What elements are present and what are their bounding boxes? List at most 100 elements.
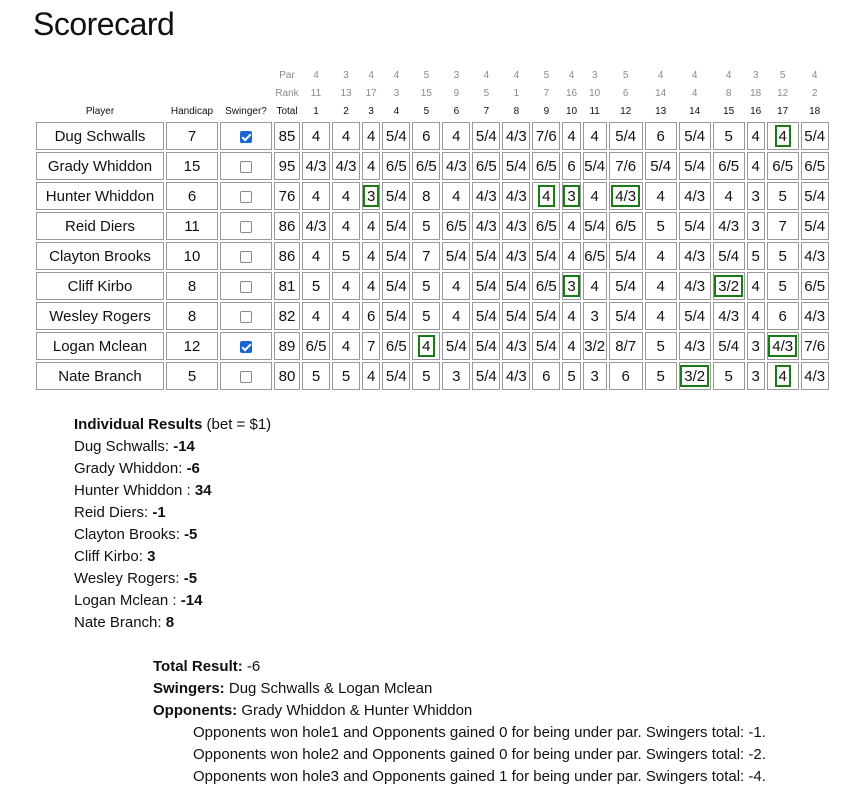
- score-cell: 3: [582, 302, 607, 330]
- score-cell: 4: [362, 152, 381, 180]
- player-row: Cliff Kirbo 8 81 5 4 4 5/4 5 4 5/4 5/4 6/5 3 4 5/4 4 4/3…: [36, 272, 829, 300]
- score-cell: 4: [644, 182, 677, 210]
- total-cell: 95: [274, 152, 300, 180]
- result-item: Clayton Brooks: -5: [74, 524, 271, 546]
- hole-number: 4: [393, 106, 400, 117]
- rank-cell: 11: [310, 88, 322, 99]
- swinger-checkbox[interactable]: [240, 130, 252, 143]
- highlighted-score: 3: [563, 275, 580, 297]
- handicap-header: Handicap: [170, 106, 214, 117]
- header-spacer: [220, 86, 272, 102]
- score-cell: 6: [766, 302, 799, 330]
- handicap-cell: 10: [166, 242, 218, 270]
- par-cell: 5: [423, 70, 430, 81]
- rank-cell: 15: [420, 88, 432, 99]
- score-cell: 4: [532, 182, 561, 210]
- score-cell: 4: [562, 242, 581, 270]
- score-cell: 4: [562, 212, 581, 240]
- swinger-cell: [220, 242, 272, 270]
- score-cell: 5/4: [800, 182, 829, 210]
- score-cell: 4/3: [502, 362, 531, 390]
- score-cell: 5/4: [678, 152, 711, 180]
- total-header: Total: [276, 106, 298, 117]
- player-row: Logan Mclean 12 89 6/5 4 7 6/5 4 5/4 5/4 4/3 5/4 4 3/…: [36, 332, 829, 360]
- player-row: Hunter Whiddon 6 76 4 4 3 5/4 8 4 4/3 4/3 4 3 4 4/3 4 4/…: [36, 182, 829, 210]
- score-cell: 5: [562, 362, 581, 390]
- swinger-checkbox[interactable]: [240, 340, 252, 353]
- score-cell: 6/5: [532, 272, 561, 300]
- player-name: Nate Branch: [36, 362, 164, 390]
- score-cell: 5: [412, 362, 441, 390]
- score-cell: 5/4: [382, 122, 411, 150]
- result-value: 34: [194, 482, 212, 499]
- score-cell: 4: [332, 332, 360, 360]
- swinger-checkbox[interactable]: [240, 190, 252, 203]
- score-cell: 4: [746, 152, 765, 180]
- swingers-label: Swingers:: [153, 680, 225, 697]
- score-cell: 4: [562, 302, 581, 330]
- swinger-checkbox[interactable]: [240, 310, 252, 323]
- score-cell: 4: [362, 242, 381, 270]
- hole-number: 2: [343, 106, 349, 117]
- header-spacer: [166, 86, 218, 102]
- score-cell: 4/3: [678, 242, 711, 270]
- score-cell: 5/4: [382, 362, 411, 390]
- hole-number: 18: [809, 106, 821, 117]
- swinger-cell: [220, 212, 272, 240]
- score-cell: 4: [332, 272, 360, 300]
- score-cell: 3/2: [712, 272, 745, 300]
- par-cell: 3: [343, 70, 349, 81]
- result-value: 3: [147, 548, 156, 565]
- result-item: Wesley Rogers: -5: [74, 568, 271, 590]
- score-cell: 4/3: [800, 362, 829, 390]
- score-cell: 5/4: [800, 122, 829, 150]
- score-cell: 7: [362, 332, 381, 360]
- par-cell: 5: [622, 70, 629, 81]
- score-cell: 4: [746, 272, 765, 300]
- score-cell: 4: [332, 302, 360, 330]
- score-cell: 5: [302, 362, 330, 390]
- score-cell: 5: [766, 182, 799, 210]
- player-name: Grady Whiddon: [36, 152, 164, 180]
- handicap-cell: 5: [166, 362, 218, 390]
- score-cell: 4/3: [442, 152, 471, 180]
- highlighted-score: 4/3: [768, 335, 798, 357]
- score-cell: 6/5: [532, 212, 561, 240]
- score-cell: 7/6: [800, 332, 829, 360]
- swinger-checkbox[interactable]: [240, 160, 252, 173]
- score-cell: 6/5: [800, 152, 829, 180]
- par-cell: 3: [453, 70, 460, 81]
- swinger-checkbox[interactable]: [240, 220, 252, 233]
- swinger-checkbox[interactable]: [240, 370, 252, 383]
- score-cell: 4: [302, 182, 330, 210]
- swinger-checkbox[interactable]: [240, 250, 252, 263]
- score-cell: 5/4: [382, 302, 411, 330]
- result-item: Grady Whiddon: -6: [74, 458, 271, 480]
- header-spacer: [36, 68, 164, 84]
- par-cell: 3: [752, 70, 759, 81]
- highlighted-score: 4/3: [611, 185, 641, 207]
- swinger-cell: [220, 152, 272, 180]
- rank-cell: 16: [565, 88, 578, 99]
- score-cell: 5/4: [502, 152, 531, 180]
- result-item: Cliff Kirbo: 3: [74, 546, 271, 568]
- score-cell: 4/3: [800, 302, 829, 330]
- score-cell: 6: [362, 302, 381, 330]
- hole-number: 1: [313, 106, 319, 117]
- handicap-cell: 12: [166, 332, 218, 360]
- total-result-label: Total Result:: [153, 658, 243, 675]
- score-cell: 5/4: [382, 182, 411, 210]
- player-name: Wesley Rogers: [36, 302, 164, 330]
- result-value: -5: [184, 526, 198, 543]
- score-cell: 4: [362, 212, 381, 240]
- score-cell: 8: [412, 182, 441, 210]
- swinger-checkbox[interactable]: [240, 280, 252, 293]
- score-cell: 5: [332, 362, 360, 390]
- score-cell: 5/4: [502, 302, 531, 330]
- individual-results: Individual Results (bet = $1) Dug Schwal…: [74, 414, 271, 634]
- par-cell: 3: [591, 70, 598, 81]
- rank-cell: 4: [691, 88, 698, 99]
- score-cell: 4: [442, 302, 471, 330]
- score-cell: 5/4: [712, 242, 745, 270]
- header-spacer: [166, 68, 218, 84]
